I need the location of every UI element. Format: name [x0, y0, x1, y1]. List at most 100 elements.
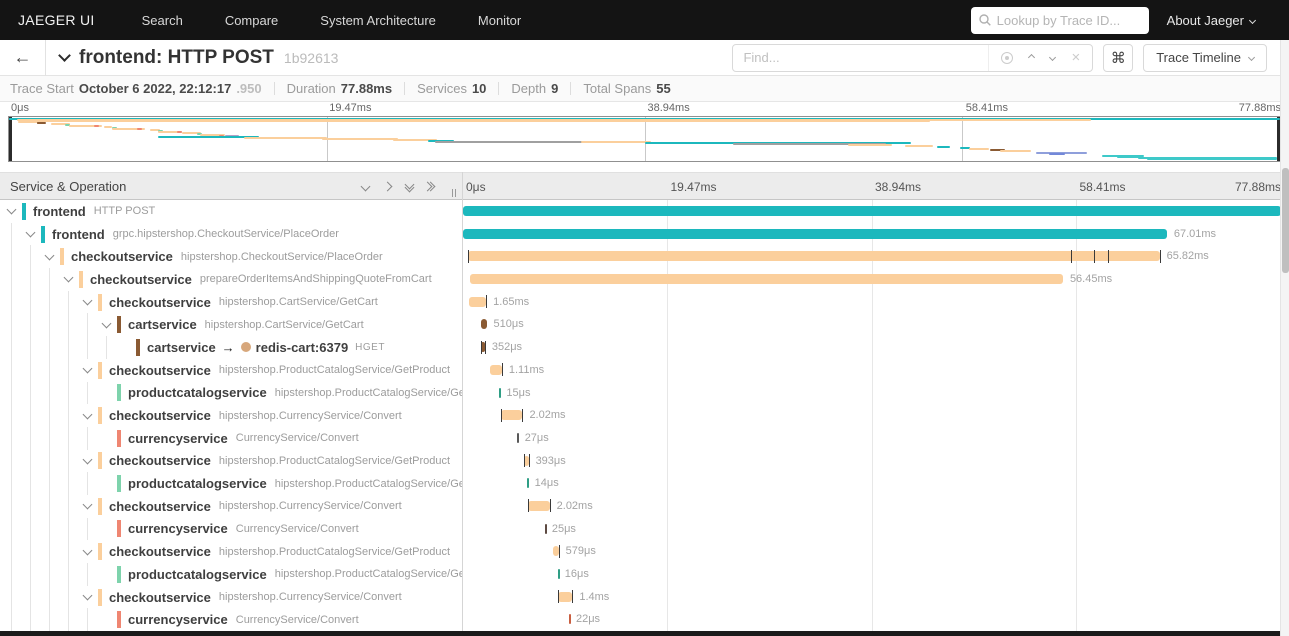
service-name: currencyservice — [128, 430, 228, 446]
span-row[interactable]: checkoutservice hipstershop.CartService/G… — [0, 290, 1289, 314]
span-duration-bar[interactable] — [568, 614, 571, 625]
row-expander-chevron-icon[interactable] — [82, 409, 98, 419]
name-column-divider[interactable] — [462, 172, 463, 631]
row-expander-chevron-icon[interactable] — [82, 499, 98, 510]
span-row[interactable]: checkoutservice hipstershop.CheckoutServi… — [0, 245, 1289, 269]
span-row[interactable]: checkoutservice hipstershop.ProductCatalo… — [0, 449, 1289, 473]
span-row[interactable]: checkoutservice hipstershop.CurrencyServi… — [0, 585, 1289, 609]
span-name-cell[interactable]: cartservice hipstershop.CartService/GetCa… — [0, 313, 462, 337]
span-duration-bar[interactable] — [557, 569, 560, 579]
next-match-icon[interactable] — [1049, 53, 1057, 62]
span-duration-bar[interactable] — [557, 591, 573, 602]
vertical-scrollbar-thumb[interactable] — [1282, 168, 1289, 273]
span-duration-bar[interactable] — [481, 319, 487, 330]
span-duration-bar[interactable] — [499, 387, 502, 398]
span-name-cell[interactable]: checkoutservice hipstershop.ProductCatalo… — [0, 358, 462, 382]
nav-item-system-architecture[interactable]: System Architecture — [299, 0, 457, 40]
expand-one-icon[interactable] — [360, 181, 371, 191]
row-expander-chevron-icon[interactable] — [6, 204, 22, 215]
span-row[interactable]: currencyservice CurrencyService/Convert 27… — [0, 426, 1289, 450]
focus-match-icon[interactable] — [1001, 51, 1014, 64]
span-name-cell[interactable]: checkoutservice hipstershop.CheckoutServi… — [0, 245, 462, 269]
span-name-cell[interactable]: checkoutservice hipstershop.CurrencyServi… — [0, 494, 462, 518]
span-row[interactable]: productcatalogservice hipstershop.Product… — [0, 563, 1289, 586]
nav-item-monitor[interactable]: Monitor — [457, 0, 542, 40]
minimap-span — [1000, 150, 1031, 152]
collapse-one-icon[interactable] — [382, 181, 393, 191]
span-duration-bar[interactable] — [490, 364, 502, 375]
span-name-cell[interactable]: frontend HTTP POST — [0, 200, 462, 223]
span-row[interactable]: currencyservice CurrencyService/Convert 25… — [0, 517, 1289, 541]
row-expander-chevron-icon[interactable] — [82, 545, 98, 556]
span-duration-bar[interactable] — [463, 228, 1167, 239]
column-resize-grip[interactable] — [452, 189, 456, 197]
span-duration-bar[interactable] — [528, 500, 550, 511]
nav-item-search[interactable]: Search — [121, 0, 204, 40]
span-row[interactable]: productcatalogservice hipstershop.Product… — [0, 472, 1289, 495]
span-name-cell[interactable]: productcatalogservice hipstershop.Product… — [0, 563, 462, 586]
row-expander-chevron-icon[interactable] — [82, 590, 98, 601]
span-name-cell[interactable]: cartservice → redis-cart:6379 HGET — [0, 336, 462, 359]
span-name-cell[interactable]: currencyservice CurrencyService/Convert — [0, 517, 462, 541]
find-input[interactable] — [733, 50, 989, 65]
row-expander-chevron-icon[interactable] — [82, 295, 98, 306]
prev-match-icon[interactable] — [1028, 53, 1036, 62]
row-expander-chevron-icon[interactable] — [63, 272, 79, 283]
span-row[interactable]: productcatalogservice hipstershop.Product… — [0, 381, 1289, 405]
span-name-cell[interactable]: checkoutservice hipstershop.CurrencyServi… — [0, 585, 462, 609]
nav-item-compare[interactable]: Compare — [204, 0, 299, 40]
service-color-marker — [98, 543, 102, 561]
span-row[interactable]: checkoutservice hipstershop.ProductCatalo… — [0, 358, 1289, 382]
span-row[interactable]: checkoutservice hipstershop.CurrencyServi… — [0, 494, 1289, 518]
about-jaeger-menu[interactable]: About Jaeger — [1167, 13, 1257, 28]
app-brand[interactable]: JAEGER UI — [0, 12, 121, 28]
span-name-cell[interactable]: checkoutservice hipstershop.CurrencyServi… — [0, 404, 462, 427]
keyboard-shortcuts-button[interactable]: ⌘ — [1103, 43, 1134, 72]
span-row[interactable]: frontend HTTP POST — [0, 200, 1289, 223]
minimap-span — [968, 148, 989, 150]
span-row[interactable]: frontend grpc.hipstershop.CheckoutService… — [0, 222, 1289, 246]
span-name-cell[interactable]: frontend grpc.hipstershop.CheckoutService… — [0, 222, 462, 246]
row-expander-chevron-icon[interactable] — [101, 318, 117, 329]
view-selector-button[interactable]: Trace Timeline — [1143, 43, 1267, 72]
span-duration-bar[interactable] — [470, 274, 1063, 285]
span-name-cell[interactable]: currencyservice CurrencyService/Convert — [0, 426, 462, 450]
span-name-cell[interactable]: checkoutservice hipstershop.CartService/G… — [0, 290, 462, 314]
row-expander-chevron-icon[interactable] — [82, 454, 98, 465]
collapse-all-icon[interactable] — [422, 181, 436, 191]
span-name-cell[interactable]: checkoutservice prepareOrderItemsAndShipp… — [0, 268, 462, 291]
span-row[interactable]: cartservice hipstershop.CartService/GetCa… — [0, 313, 1289, 337]
span-duration-bar[interactable] — [468, 251, 1160, 262]
minimap-left-handle[interactable] — [9, 117, 12, 161]
expand-all-icon[interactable] — [404, 179, 415, 193]
trace-lookup-input[interactable] — [996, 12, 1137, 28]
vertical-scrollbar[interactable] — [1280, 40, 1289, 636]
span-name-cell[interactable]: productcatalogservice hipstershop.Product… — [0, 381, 462, 405]
span-duration-bar[interactable] — [527, 478, 530, 489]
span-duration-bar[interactable] — [517, 432, 520, 443]
span-duration-bar[interactable] — [463, 206, 1281, 216]
span-row[interactable]: cartservice → redis-cart:6379 HGET 352μs — [0, 336, 1289, 359]
span-duration-bar[interactable] — [544, 523, 547, 534]
span-row[interactable]: currencyservice CurrencyService/Convert 22… — [0, 608, 1289, 631]
row-expander-chevron-icon[interactable] — [25, 227, 41, 238]
operation-name: hipstershop.ProductCatalogService/GetPro… — [218, 454, 451, 467]
minimap-span — [94, 125, 100, 128]
span-name-cell[interactable]: checkoutservice hipstershop.ProductCatalo… — [0, 540, 462, 563]
clear-find-icon[interactable]: × — [1071, 50, 1080, 65]
row-expander-chevron-icon[interactable] — [82, 363, 98, 374]
minimap-canvas[interactable] — [8, 116, 1281, 162]
span-row[interactable]: checkoutservice hipstershop.ProductCatalo… — [0, 540, 1289, 563]
span-name-cell[interactable]: checkoutservice hipstershop.ProductCatalo… — [0, 449, 462, 473]
row-expander-chevron-icon[interactable] — [44, 250, 60, 261]
span-duration-label: 1.4ms — [579, 590, 610, 603]
horizontal-scrollbar[interactable] — [0, 631, 1280, 636]
span-row[interactable]: checkoutservice hipstershop.CurrencyServi… — [0, 404, 1289, 427]
span-duration-bar[interactable] — [501, 410, 523, 421]
span-row[interactable]: checkoutservice prepareOrderItemsAndShipp… — [0, 268, 1289, 291]
trace-collapse-chevron-icon[interactable] — [58, 48, 71, 62]
span-name-cell[interactable]: currencyservice CurrencyService/Convert — [0, 608, 462, 631]
span-name-cell[interactable]: productcatalogservice hipstershop.Product… — [0, 472, 462, 495]
span-duration-bar[interactable] — [468, 296, 487, 307]
back-button[interactable]: ← — [0, 39, 46, 76]
